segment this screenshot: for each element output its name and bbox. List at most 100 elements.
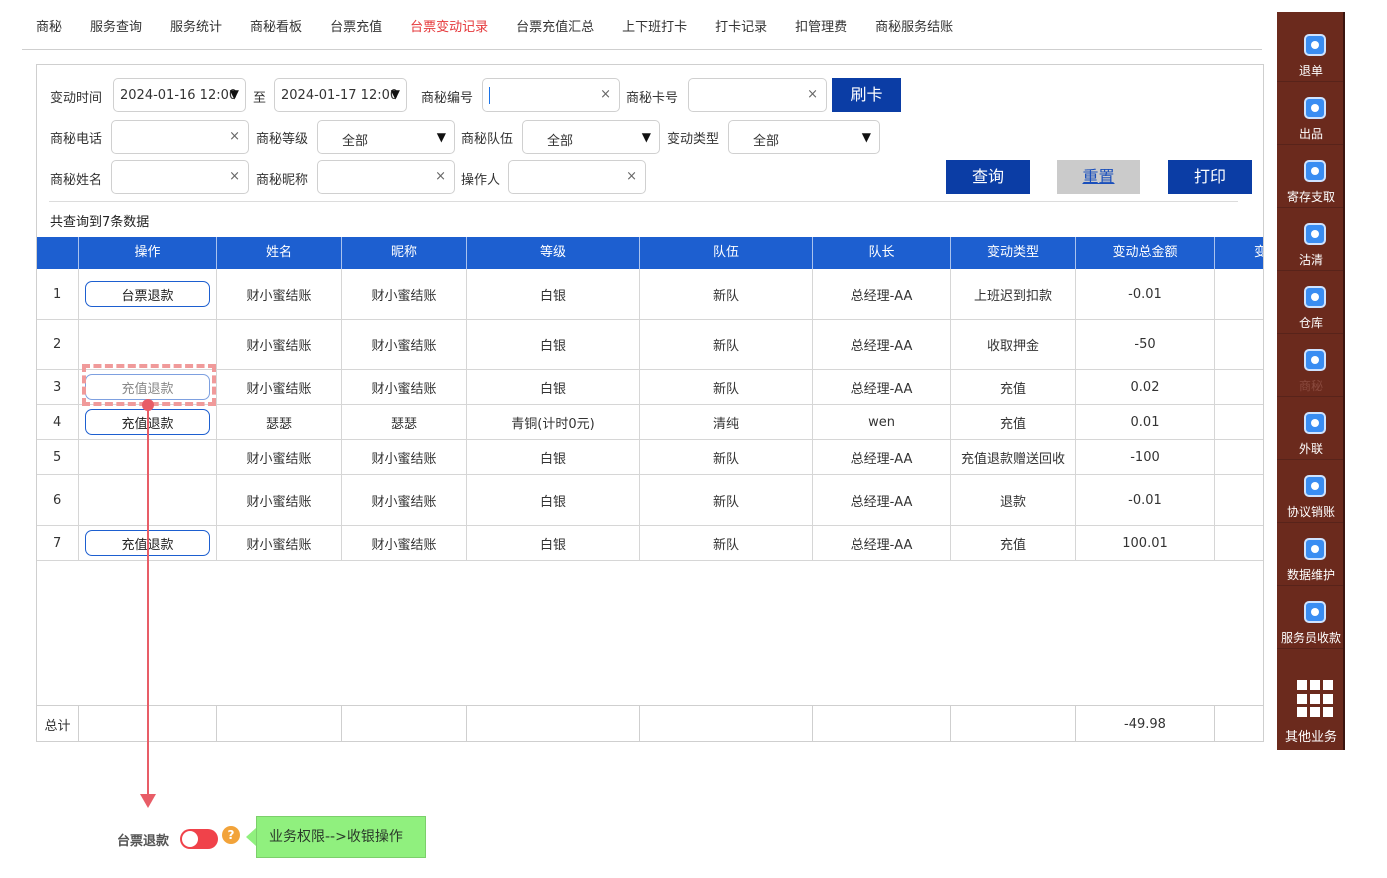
sidebar-item-label: 出品 (1298, 127, 1323, 141)
sidebar-item-storage[interactable]: 寄存支取 (1277, 146, 1345, 208)
nickname-cell: 财小蜜结账 (342, 370, 467, 404)
print-button[interactable]: 打印 (1168, 160, 1252, 194)
sidebar-more-business[interactable]: 其他业务 (1277, 664, 1345, 750)
level-select[interactable]: 全部 ▼ (317, 120, 455, 154)
header-index (37, 237, 79, 269)
tab-service-checkout[interactable]: 商秘服务结账 (861, 0, 967, 50)
clear-icon[interactable]: × (807, 87, 818, 102)
secretary-id-input[interactable]: × (482, 78, 620, 112)
table-row[interactable]: 7 充值退款 财小蜜结账 财小蜜结账 白银 新队 总经理-AA 充值 100.0… (37, 526, 1263, 561)
tab-ticket-change-record[interactable]: 台票变动记录 (396, 0, 502, 50)
phone-input[interactable]: × (111, 120, 249, 154)
sidebar-item-label: 商秘 (1298, 379, 1323, 393)
date-to-picker[interactable]: 2024-01-17 12:00 ▼ (274, 78, 407, 112)
change-type-cell: 收取押金 (951, 320, 1076, 369)
arrow-down-icon (140, 794, 156, 808)
row-index: 2 (37, 320, 79, 369)
tab-management-fee[interactable]: 扣管理费 (781, 0, 861, 50)
tab-secretary-board[interactable]: 商秘看板 (236, 0, 316, 50)
team-select[interactable]: 全部 ▼ (522, 120, 660, 154)
sidebar-item-label: 仓库 (1298, 316, 1323, 330)
name-cell: 财小蜜结账 (217, 526, 342, 560)
level-cell: 白银 (467, 370, 640, 404)
more-cell (1215, 475, 1263, 525)
level-label: 商秘等级 (256, 132, 309, 147)
swipe-card-button[interactable]: 刷卡 (832, 78, 901, 112)
name-cell: 财小蜜结账 (217, 440, 342, 474)
sidebar-item-label: 寄存支取 (1286, 190, 1335, 204)
clear-icon[interactable]: × (229, 169, 240, 184)
name-cell: 财小蜜结账 (217, 475, 342, 525)
permission-tooltip: 业务权限-->收银操作 (256, 816, 426, 858)
tab-service-stats[interactable]: 服务统计 (156, 0, 236, 50)
header-change-type: 变动类型 (951, 237, 1076, 269)
tab-ticket-recharge[interactable]: 台票充值 (316, 0, 396, 50)
change-type-cell: 上班迟到扣款 (951, 269, 1076, 319)
total-label: 总计 (37, 706, 79, 741)
card-number-input[interactable]: × (688, 78, 827, 112)
main-panel: 变动时间 2024-01-16 12:00 ▼ 至 2024-01-17 12:… (36, 64, 1264, 742)
change-type-cell: 充值 (951, 526, 1076, 560)
op-cell: 台票退款 (79, 269, 217, 319)
sidebar-item-output[interactable]: 出品 (1277, 83, 1345, 145)
table-row[interactable]: 3 充值退款 财小蜜结账 财小蜜结账 白银 新队 总经理-AA 充值 0.02 (37, 370, 1263, 405)
row-index: 7 (37, 526, 79, 560)
table-row[interactable]: 6 财小蜜结账 财小蜜结账 白银 新队 总经理-AA 退款 -0.01 (37, 475, 1263, 526)
nickname-cell: 财小蜜结账 (342, 526, 467, 560)
ticket-refund-button[interactable]: 台票退款 (85, 281, 210, 307)
tab-ticket-recharge-summary[interactable]: 台票充值汇总 (502, 0, 608, 50)
tab-service-query[interactable]: 服务查询 (76, 0, 156, 50)
total-cell (467, 706, 640, 741)
toggle-knob (182, 831, 198, 847)
date-from-picker[interactable]: 2024-01-16 12:00 ▼ (113, 78, 246, 112)
operator-input[interactable]: × (508, 160, 646, 194)
tab-secretary[interactable]: 商秘 (22, 0, 76, 50)
header-name: 姓名 (217, 237, 342, 269)
sidebar-item-agreement[interactable]: 协议销账 (1277, 461, 1345, 523)
change-type-cell: 充值 (951, 405, 1076, 439)
table-row[interactable]: 5 财小蜜结账 财小蜜结账 白银 新队 总经理-AA 充值退款赠送回收 -100 (37, 440, 1263, 475)
leader-cell: 总经理-AA (813, 440, 951, 474)
name-input[interactable]: × (111, 160, 249, 194)
sidebar-item-refund[interactable]: 退单 (1277, 20, 1345, 82)
sidebar-item-soldout[interactable]: 沽清 (1277, 209, 1345, 271)
tab-clock-record[interactable]: 打卡记录 (701, 0, 781, 50)
name-cell: 财小蜜结账 (217, 320, 342, 369)
leader-cell: 总经理-AA (813, 526, 951, 560)
sidebar-item-outreach[interactable]: 外联 (1277, 398, 1345, 460)
clear-icon[interactable]: × (435, 169, 446, 184)
tab-clock-in-out[interactable]: 上下班打卡 (608, 0, 701, 50)
nickname-input[interactable]: × (317, 160, 455, 194)
sidebar-item-label: 退单 (1298, 64, 1323, 78)
sidebar-scrollbar[interactable] (1343, 12, 1345, 750)
table-row[interactable]: 2 财小蜜结账 财小蜜结账 白银 新队 总经理-AA 收取押金 -50 (37, 320, 1263, 370)
team-label: 商秘队伍 (461, 132, 514, 147)
refund-icon (1304, 34, 1326, 56)
sidebar-item-secretary[interactable]: 商秘 (1277, 335, 1345, 397)
annotation-line (147, 404, 149, 798)
header-operation: 操作 (79, 237, 217, 269)
sidebar-item-data[interactable]: 数据维护 (1277, 524, 1345, 586)
more-cell (1215, 269, 1263, 319)
leader-cell: 总经理-AA (813, 320, 951, 369)
sidebar-item-waiter[interactable]: 服务员收款 (1277, 587, 1345, 649)
clear-icon[interactable]: × (229, 129, 240, 144)
clear-icon[interactable]: × (626, 169, 637, 184)
total-cell (217, 706, 342, 741)
date-from-value: 2024-01-16 12:00 (120, 88, 238, 103)
team-cell: 新队 (640, 370, 813, 404)
permission-toggle[interactable] (180, 829, 218, 849)
clear-icon[interactable]: × (600, 87, 611, 102)
reset-button[interactable]: 重置 (1057, 160, 1140, 194)
table-row[interactable]: 1 台票退款 财小蜜结账 财小蜜结账 白银 新队 总经理-AA 上班迟到扣款 -… (37, 269, 1263, 320)
change-type-select[interactable]: 全部 ▼ (728, 120, 880, 154)
query-button[interactable]: 查询 (946, 160, 1030, 194)
total-cell (342, 706, 467, 741)
help-icon[interactable]: ? (222, 826, 240, 844)
sidebar-item-warehouse[interactable]: 仓库 (1277, 272, 1345, 334)
warehouse-icon (1304, 286, 1326, 308)
secretary-id-label: 商秘编号 (421, 91, 474, 106)
sidebar-item-label: 沽清 (1298, 253, 1323, 267)
chevron-down-icon: ▼ (641, 130, 651, 144)
table-row[interactable]: 4 充值退款 瑟瑟 瑟瑟 青铜(计时0元) 清纯 wen 充值 0.01 (37, 405, 1263, 440)
